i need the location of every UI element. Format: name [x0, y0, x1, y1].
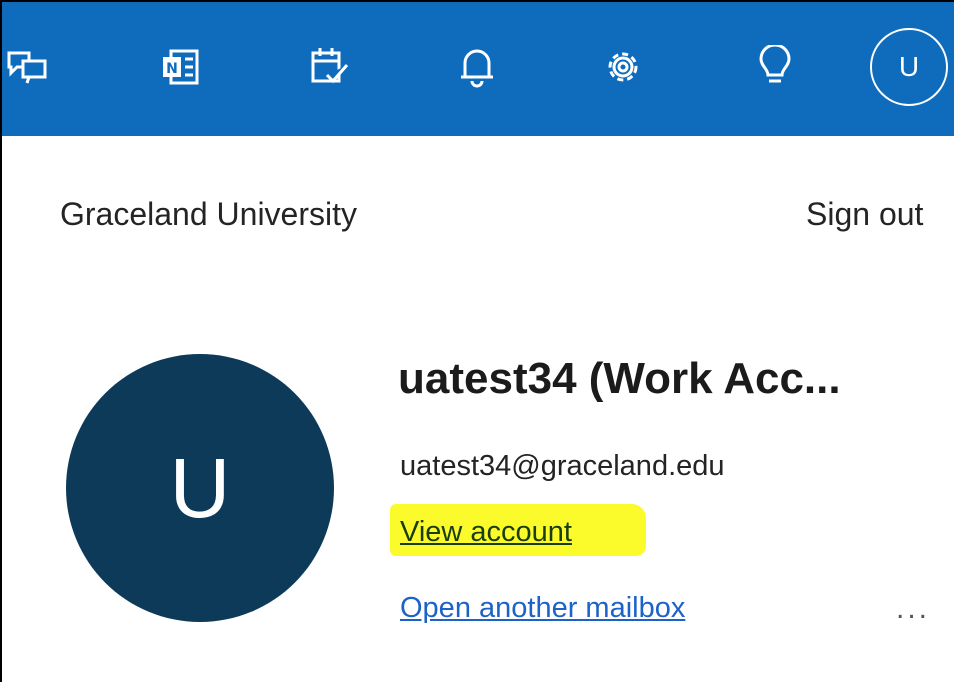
view-account-link[interactable]: View account [400, 516, 572, 549]
account-avatar-button[interactable]: U [870, 28, 948, 106]
my-day-icon [311, 48, 349, 84]
avatar-initial: U [898, 51, 920, 82]
more-options-button[interactable]: ... [896, 592, 930, 626]
gear-icon [608, 52, 638, 82]
svg-text:N: N [166, 61, 178, 77]
sign-out-link[interactable]: Sign out [806, 196, 923, 233]
my-day-button[interactable] [294, 32, 364, 102]
open-another-mailbox-link[interactable]: Open another mailbox [400, 592, 685, 625]
onenote-button[interactable]: N [146, 32, 216, 102]
organization-name: Graceland University [60, 196, 357, 232]
account-display-name: uatest34 (Work Acc... [398, 354, 841, 403]
notifications-button[interactable] [442, 32, 512, 102]
settings-button[interactable] [588, 32, 658, 102]
lightbulb-icon [759, 45, 791, 83]
profile-avatar-initial: U [169, 440, 231, 535]
onenote-icon: N [163, 49, 199, 85]
header-bar: N U [2, 2, 954, 136]
bell-icon [461, 49, 493, 88]
profile-avatar: U [66, 354, 334, 622]
feedback-icon [7, 51, 47, 84]
tips-button[interactable] [740, 32, 810, 102]
account-manager-screenshot: N U Graceland University Sign out U uate… [0, 0, 954, 682]
account-email: uatest34@graceland.edu [400, 450, 725, 482]
feedback-button[interactable] [2, 32, 64, 102]
